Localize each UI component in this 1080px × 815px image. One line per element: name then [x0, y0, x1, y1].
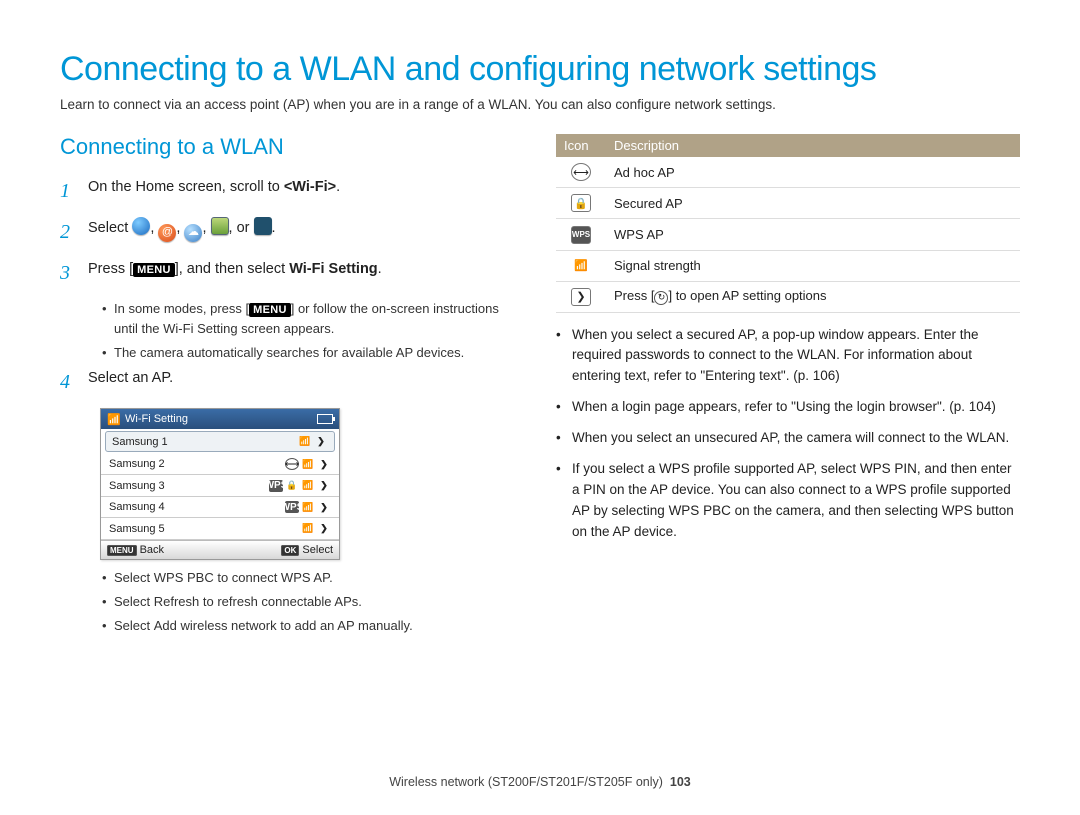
page-footer: Wireless network (ST200F/ST201F/ST205F o… — [0, 775, 1080, 789]
menu-button-label: MENU — [133, 263, 175, 277]
ap-name: Samsung 5 — [109, 523, 299, 535]
s4c-b: Add wireless network — [154, 618, 277, 633]
email-icon: @ — [158, 224, 176, 242]
lock-icon — [285, 480, 299, 492]
sub3b: The camera automatically searches for av… — [102, 343, 524, 363]
wps-icon: WPS — [571, 226, 591, 244]
signal-icon — [298, 436, 312, 448]
ok-key-label: OK — [281, 545, 299, 556]
s4b-post: to refresh connectable APs. — [199, 594, 362, 609]
wifi-icon: 📶 — [107, 412, 121, 426]
row-label: Secured AP — [606, 188, 1020, 219]
ap-row[interactable]: Samsung 1 — [105, 431, 335, 452]
step2-post: . — [272, 220, 276, 236]
lock-icon: 🔒 — [571, 194, 591, 212]
s4b-b: Refresh — [154, 594, 200, 609]
ap-row[interactable]: Samsung 3 WPS — [101, 475, 339, 497]
step-number: 4 — [60, 367, 88, 398]
note-3: When you select an unsecured AP, the cam… — [556, 428, 1020, 449]
chevron-right-icon — [317, 501, 331, 513]
s4a-post: to connect WPS AP. — [214, 570, 333, 585]
notes-list: When you select a secured AP, a pop-up w… — [556, 325, 1020, 543]
icon-table: Icon Description ⟷ Ad hoc AP 🔒 Secured A… — [556, 134, 1020, 313]
s4c-pre: Select — [114, 618, 154, 633]
step-2: 2 Select , @, ☁, , or . — [60, 217, 524, 248]
adhoc-icon: ⟷ — [285, 458, 299, 470]
signal-icon: 📶 — [571, 257, 591, 275]
globe-icon — [132, 217, 150, 235]
s4a-b: WPS PBC — [154, 570, 214, 585]
signal-icon — [301, 458, 315, 470]
device-screenshot: 📶 Wi-Fi Setting Samsung 1 Samsung 2 ⟷ Sa… — [100, 408, 340, 560]
note-1: When you select a secured AP, a pop-up w… — [556, 325, 1020, 388]
ap-name: Samsung 4 — [109, 501, 283, 513]
th-icon: Icon — [556, 134, 606, 157]
ap-row[interactable]: Samsung 4 WPS — [101, 497, 339, 519]
ap-name: Samsung 2 — [109, 458, 283, 470]
step2-pre: Select — [88, 220, 132, 236]
note-2: When a login page appears, refer to "Usi… — [556, 397, 1020, 418]
step1-post: . — [336, 179, 340, 195]
menu-key-label: MENU — [107, 545, 137, 556]
chevron-right-icon — [317, 523, 331, 535]
step-number: 3 — [60, 258, 88, 289]
menu-button-label: MENU — [249, 303, 291, 317]
wps-icon: WPS — [269, 480, 283, 492]
ap-row[interactable]: Samsung 2 ⟷ — [101, 454, 339, 476]
picture-icon — [211, 217, 229, 235]
cloud-icon: ☁ — [184, 224, 202, 242]
section-heading: Connecting to a WLAN — [60, 134, 524, 160]
chevron-right-icon: ❯ — [571, 288, 591, 306]
step-3-sub: In some modes, press [MENU] or follow th… — [60, 299, 524, 363]
step-number: 1 — [60, 176, 88, 207]
step3-post: . — [378, 261, 382, 277]
box-icon — [254, 217, 272, 235]
chevron-right-icon — [317, 480, 331, 492]
ap-name: Samsung 3 — [109, 480, 267, 492]
row5-post: ] to open AP setting options — [668, 288, 826, 303]
step-number: 2 — [60, 217, 88, 248]
back-label: Back — [140, 544, 164, 556]
step4-text: Select an AP. — [88, 367, 524, 398]
device-title: Wi-Fi Setting — [125, 413, 188, 425]
signal-icon — [301, 523, 315, 535]
s4c-post: to add an AP manually. — [277, 618, 413, 633]
select-label: Select — [302, 544, 333, 556]
step-3: 3 Press [MENU], and then select Wi-Fi Se… — [60, 258, 524, 289]
step3-bold: Wi-Fi Setting — [289, 261, 377, 277]
battery-icon — [317, 414, 333, 424]
adhoc-icon: ⟷ — [571, 163, 591, 181]
signal-icon — [301, 480, 315, 492]
th-desc: Description — [606, 134, 1020, 157]
row-label: Ad hoc AP — [606, 157, 1020, 188]
sub3a-pre: In some modes, press [ — [114, 301, 249, 316]
s4b-pre: Select — [114, 594, 154, 609]
page-intro: Learn to connect via an access point (AP… — [60, 97, 1020, 112]
row-label: Signal strength — [606, 250, 1020, 281]
row-label: WPS AP — [606, 219, 1020, 251]
step-4: 4 Select an AP. — [60, 367, 524, 398]
footer-text: Wireless network (ST200F/ST201F/ST205F o… — [389, 775, 663, 789]
s4a-pre: Select — [114, 570, 154, 585]
ap-row[interactable]: Samsung 5 — [101, 518, 339, 540]
step3-mid: ], and then select — [175, 261, 289, 277]
row5-pre: Press [ — [614, 288, 654, 303]
right-column: Icon Description ⟷ Ad hoc AP 🔒 Secured A… — [556, 134, 1020, 640]
step1-bold: <Wi-Fi> — [284, 179, 336, 195]
signal-icon — [301, 501, 315, 513]
page-number: 103 — [670, 775, 691, 789]
page-title: Connecting to a WLAN and configuring net… — [60, 50, 1020, 89]
step1-pre: On the Home screen, scroll to — [88, 179, 284, 195]
step3-pre: Press [ — [88, 261, 133, 277]
ap-name: Samsung 1 — [112, 436, 296, 448]
chevron-right-icon — [317, 458, 331, 470]
step-1: 1 On the Home screen, scroll to <Wi-Fi>. — [60, 176, 524, 207]
step-4-sub: Select WPS PBC to connect WPS AP. Select… — [60, 568, 524, 636]
note-4: If you select a WPS profile supported AP… — [556, 459, 1020, 543]
left-column: Connecting to a WLAN 1 On the Home scree… — [60, 134, 524, 640]
chevron-right-icon — [314, 436, 328, 448]
wps-icon: WPS — [285, 501, 299, 513]
reload-icon: ↻ — [654, 291, 668, 305]
